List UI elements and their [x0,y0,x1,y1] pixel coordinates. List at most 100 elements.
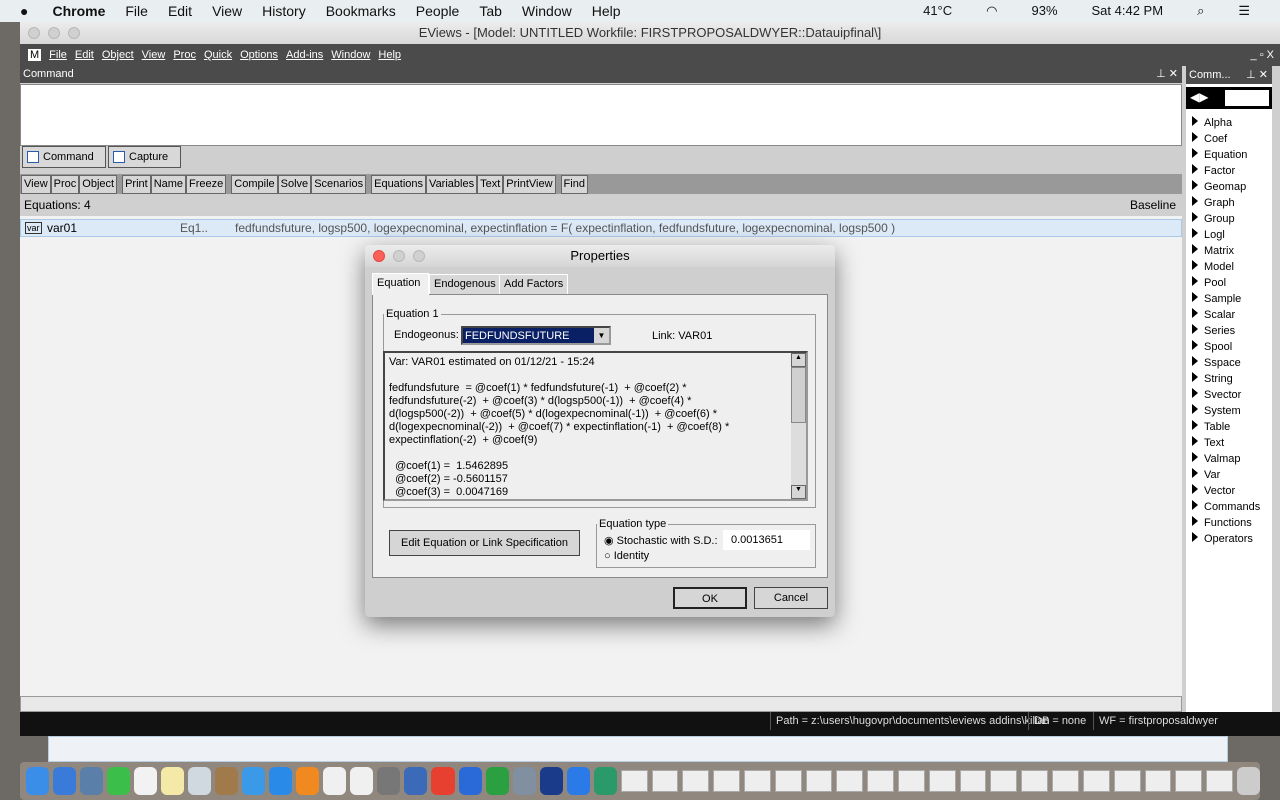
panel-item-equation[interactable]: Equation [1186,147,1272,163]
name-button[interactable]: Name [150,174,187,194]
menu-edit[interactable]: Edit [75,49,94,61]
menu-edit[interactable]: Edit [168,3,192,19]
panel-item-coef[interactable]: Coef [1186,131,1272,147]
menu-proc[interactable]: Proc [173,49,196,61]
pin-close-icon[interactable]: ⊥ ✕ [1156,66,1178,83]
dock-app-icon[interactable] [377,767,401,795]
menu-file[interactable]: File [49,49,67,61]
dock-app-icon[interactable] [458,767,482,795]
panel-item-series[interactable]: Series [1186,323,1272,339]
dock-window-thumbnail[interactable] [805,770,833,792]
dock-window-thumbnail[interactable] [1113,770,1141,792]
endogenous-select[interactable]: FEDFUNDSFUTURE ▼ [461,326,611,345]
list-item[interactable]: var var01 Eq1.. fedfundsfuture, logsp500… [20,219,1182,237]
equation-text[interactable]: Var: VAR01 estimated on 01/12/21 - 15:24… [383,351,808,501]
view-button[interactable]: View [21,174,51,194]
scenarios-button[interactable]: Scenarios [311,174,367,194]
tab-equation[interactable]: Equation [372,273,429,295]
panel-item-model[interactable]: Model [1186,259,1272,275]
dock-app-icon[interactable] [296,767,320,795]
tab-capture[interactable]: Capture [108,146,181,168]
dock-app-icon[interactable] [593,767,617,795]
dock-window-thumbnail[interactable] [898,770,925,792]
dock-app-icon[interactable] [26,767,50,795]
menu-tab[interactable]: Tab [479,3,502,19]
zoom-icon[interactable] [68,27,80,39]
minimize-icon[interactable] [393,250,405,262]
panel-item-var[interactable]: Var [1186,467,1272,483]
panel-item-table[interactable]: Table [1186,419,1272,435]
panel-item-spool[interactable]: Spool [1186,339,1272,355]
panel-item-commands[interactable]: Commands [1186,499,1272,515]
panel-item-matrix[interactable]: Matrix [1186,243,1272,259]
menu-people[interactable]: People [416,3,460,19]
panel-item-operators[interactable]: Operators [1186,531,1272,547]
panel-item-graph[interactable]: Graph [1186,195,1272,211]
dock-window-thumbnail[interactable] [1206,770,1233,792]
menu-window[interactable]: Window [522,3,572,19]
dock-window-thumbnail[interactable] [867,770,894,792]
panel-item-sspace[interactable]: Sspace [1186,355,1272,371]
scroll-up-icon[interactable]: ▲ [791,353,806,367]
panel-item-pool[interactable]: Pool [1186,275,1272,291]
menu-view[interactable]: View [142,49,166,61]
dock-app-icon[interactable] [431,767,455,795]
panel-search-input[interactable] [1225,90,1269,106]
scroll-down-icon[interactable]: ▼ [791,485,806,499]
solve-button[interactable]: Solve [277,174,312,194]
tab-add-factors[interactable]: Add Factors [499,274,569,294]
dock-window-thumbnail[interactable] [1021,770,1049,792]
panel-item-factor[interactable]: Factor [1186,163,1272,179]
find-button[interactable]: Find [560,174,588,194]
panel-item-system[interactable]: System [1186,403,1272,419]
panel-item-sample[interactable]: Sample [1186,291,1272,307]
apple-icon[interactable]: ● [20,3,28,19]
dock-window-thumbnail[interactable] [990,770,1018,792]
search-icon[interactable]: ⌕ [1197,3,1204,19]
clock[interactable]: Sat 4:42 PM [1092,3,1164,19]
sd-input[interactable]: 0.0013651 [723,530,810,550]
dock-window-thumbnail[interactable] [928,770,956,792]
minimize-icon[interactable] [48,27,60,39]
menu-quick[interactable]: Quick [204,49,232,61]
menu-help[interactable]: Help [378,49,401,61]
printview-button[interactable]: PrintView [503,174,556,194]
dock-window-thumbnail[interactable] [959,770,987,792]
stochastic-radio[interactable]: ◉ Stochastic with S.D.: [604,534,718,547]
dock-window-thumbnail[interactable] [1082,770,1110,792]
zoom-icon[interactable] [413,250,425,262]
dock-window-thumbnail[interactable] [682,770,710,792]
menu-bookmarks[interactable]: Bookmarks [326,3,396,19]
equations-button[interactable]: Equations [371,174,427,194]
dock-app-icon[interactable] [242,767,266,795]
menu-help[interactable]: Help [592,3,621,19]
dock-app-icon[interactable] [350,767,374,795]
dock-window-thumbnail[interactable] [836,770,864,792]
menu-object[interactable]: Object [102,49,134,61]
dock-app-icon[interactable] [188,767,212,795]
dock-app-icon[interactable] [107,767,131,795]
variables-button[interactable]: Variables [426,174,478,194]
panel-item-geomap[interactable]: Geomap [1186,179,1272,195]
wifi-icon[interactable]: ◠ [986,3,997,19]
dock-app-icon[interactable] [53,767,77,795]
freeze-button[interactable]: Freeze [186,174,227,194]
menu-list-icon[interactable]: ☰ [1238,3,1250,19]
scroll-thumb[interactable] [791,367,806,423]
dock-app-icon[interactable] [134,767,158,795]
menu-window[interactable]: Window [331,49,370,61]
ok-button[interactable]: OK [673,587,747,609]
dock-window-thumbnail[interactable] [1144,770,1172,792]
edit-equation-button[interactable]: Edit Equation or Link Specification [389,530,580,556]
panel-item-scalar[interactable]: Scalar [1186,307,1272,323]
command-input[interactable] [20,84,1182,146]
menu-file[interactable]: File [125,3,148,19]
close-icon[interactable] [28,27,40,39]
panel-item-vector[interactable]: Vector [1186,483,1272,499]
dock-app-icon[interactable] [566,767,590,795]
dock-window-thumbnail[interactable] [1052,770,1079,792]
cancel-button[interactable]: Cancel [754,587,828,609]
dock-window-thumbnail[interactable] [620,770,648,792]
dock-app-icon[interactable] [485,767,509,795]
tab-command[interactable]: Command [22,146,106,168]
